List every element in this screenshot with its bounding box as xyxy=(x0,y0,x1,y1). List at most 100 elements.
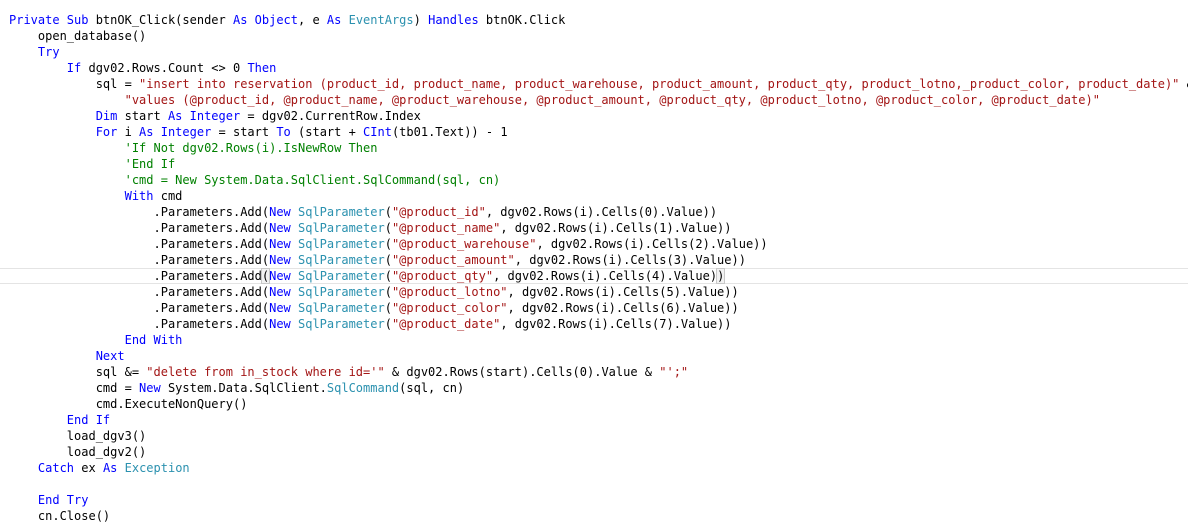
code-line[interactable]: .Parameters.Add(New SqlParameter("@produ… xyxy=(9,236,767,252)
code-token-plain-text: ex xyxy=(81,461,103,475)
code-line[interactable]: 'If Not dgv02.Rows(i).IsNewRow Then xyxy=(9,140,378,156)
code-line[interactable]: cmd.ExecuteNonQuery() xyxy=(9,396,248,412)
code-token-type-name: SqlParameter xyxy=(298,269,385,283)
code-token-plain-text: cmd xyxy=(160,189,183,203)
code-token-plain-text: .Parameters.Add( xyxy=(9,253,270,267)
code-line[interactable]: 'End If xyxy=(9,156,176,172)
code-token-keyword: If xyxy=(9,61,89,75)
code-token-plain-text: .Parameters.Add xyxy=(9,269,262,283)
code-token-type-name: SqlParameter xyxy=(298,317,385,331)
code-token-plain-text: System.Data.SqlClient. xyxy=(167,381,327,395)
code-token-type-name: SqlCommand xyxy=(326,381,400,395)
code-line[interactable]: .Parameters.Add(New SqlParameter("@produ… xyxy=(9,284,738,300)
code-line[interactable]: Dim start As Integer = dgv02.CurrentRow.… xyxy=(9,108,421,124)
code-token-matched-brace: ) xyxy=(716,268,726,284)
code-token-string: "delete from in_stock where id='" xyxy=(146,365,385,379)
code-token-string: "@product_id" xyxy=(391,205,486,219)
code-line[interactable]: If dgv02.Rows.Count <> 0 Then xyxy=(9,60,277,76)
code-line[interactable]: .Parameters.Add(New SqlParameter("@produ… xyxy=(9,316,731,332)
code-token-plain-text: , dgv02.Rows(i).Cells(1).Value)) xyxy=(500,221,732,235)
code-token-plain-text: & dgv02.Rows(start).Cells(0).Value & xyxy=(384,365,660,379)
code-token-plain-text: start xyxy=(124,109,168,123)
code-line[interactable]: Try xyxy=(9,44,60,60)
code-token-plain-text: .Parameters.Add( xyxy=(9,317,270,331)
code-token-plain-text: , dgv02.Rows(i).Cells(6).Value)) xyxy=(507,301,739,315)
code-line[interactable]: cmd = New System.Data.SqlClient.SqlComma… xyxy=(9,380,465,396)
code-token-plain-text: ( xyxy=(384,237,392,251)
code-token-plain-text: .Parameters.Add( xyxy=(9,237,270,251)
code-line[interactable]: open_database() xyxy=(9,28,146,44)
code-token-plain-text: , dgv02.Rows(i).Cells(3).Value)) xyxy=(514,253,746,267)
code-token-plain-text: , dgv02.Rows(i).Cells(0).Value)) xyxy=(485,205,718,219)
code-token-plain-text: (start + xyxy=(298,125,364,139)
code-token-keyword: Handles xyxy=(428,13,486,27)
code-line[interactable]: sql = "insert into reservation (product_… xyxy=(9,76,1188,92)
code-token-plain-text: cn.Close() xyxy=(9,509,111,523)
code-token-plain-text: cmd.ExecuteNonQuery() xyxy=(9,397,248,411)
code-token-plain-text: dgv02.Rows.Count <> 0 xyxy=(88,61,248,75)
code-token-keyword: End With xyxy=(9,333,183,347)
code-line[interactable]: .Parameters.Add(New SqlParameter("@produ… xyxy=(9,252,746,268)
code-token-keyword: New xyxy=(269,205,298,219)
code-token-plain-text: = start xyxy=(211,125,277,139)
code-line[interactable]: sql &= "delete from in_stock where id='"… xyxy=(9,364,688,380)
code-token-plain-text: .Parameters.Add( xyxy=(9,221,270,235)
code-token-keyword: New xyxy=(269,317,298,331)
code-line[interactable]: "values (@product_id, @product_name, @pr… xyxy=(9,92,1100,108)
code-token-keyword: Next xyxy=(9,349,125,363)
code-token-plain-text: open_database() xyxy=(9,29,147,43)
code-token-string: "';" xyxy=(659,365,689,379)
code-token-comment: 'cmd = New System.Data.SqlClient.SqlComm… xyxy=(124,173,501,187)
code-token-keyword: As Integer xyxy=(139,125,212,139)
code-token-keyword: New xyxy=(269,301,298,315)
code-token-string: "@product_date" xyxy=(391,317,501,331)
code-token-string: "@product_name" xyxy=(391,221,501,235)
code-line[interactable]: End With xyxy=(9,332,183,348)
code-token-string: "@product_amount" xyxy=(391,253,515,267)
code-token-plain-text xyxy=(9,93,125,107)
code-token-plain-text: , dgv02.Rows(i).Cells(4).Value) xyxy=(493,269,718,283)
code-token-keyword: Catch xyxy=(9,461,82,475)
code-token-keyword: Private Sub xyxy=(9,13,96,27)
code-token-plain-text: (sql, cn) xyxy=(399,381,465,395)
code-token-type-name: SqlParameter xyxy=(298,285,385,299)
code-line[interactable]: .Parameters.Add(New SqlParameter("@produ… xyxy=(0,268,1188,284)
code-token-string: "insert into reservation (product_id, pr… xyxy=(139,77,1180,91)
code-line[interactable]: .Parameters.Add(New SqlParameter("@produ… xyxy=(9,204,717,220)
code-token-plain-text: ( xyxy=(384,301,392,315)
code-token-plain-text: & _ xyxy=(1179,77,1188,91)
code-line[interactable]: End Try xyxy=(9,492,89,508)
code-token-plain-text: load_dgv3() xyxy=(9,429,147,443)
code-token-plain-text: , e xyxy=(298,13,327,27)
code-token-keyword: New xyxy=(269,253,298,267)
code-token-plain-text: .Parameters.Add( xyxy=(9,285,270,299)
code-token-plain-text xyxy=(9,157,125,171)
code-token-plain-text xyxy=(9,173,125,187)
code-token-plain-text: ( xyxy=(384,317,392,331)
code-line[interactable]: Next xyxy=(9,348,125,364)
code-editor[interactable]: Private Sub btnOK_Click(sender As Object… xyxy=(0,0,1188,531)
code-token-keyword: New xyxy=(269,285,298,299)
code-token-keyword: As Object xyxy=(232,13,299,27)
code-token-keyword: Then xyxy=(247,61,277,75)
code-line[interactable]: load_dgv3() xyxy=(9,428,146,444)
code-line[interactable]: 'cmd = New System.Data.SqlClient.SqlComm… xyxy=(9,172,501,188)
code-token-string: "@product_color" xyxy=(391,301,508,315)
code-token-keyword: New xyxy=(269,237,298,251)
code-token-plain-text: cmd = xyxy=(9,381,140,395)
code-token-plain-text: = dgv02.CurrentRow.Index xyxy=(240,109,421,123)
code-token-plain-text: ( xyxy=(384,221,392,235)
code-line[interactable]: load_dgv2() xyxy=(9,444,146,460)
code-line[interactable]: .Parameters.Add(New SqlParameter("@produ… xyxy=(9,300,739,316)
code-token-plain-text: ) xyxy=(413,13,429,27)
code-line[interactable]: End If xyxy=(9,412,110,428)
code-line[interactable]: With cmd xyxy=(9,188,183,204)
code-line[interactable]: For i As Integer = start To (start + CIn… xyxy=(9,124,508,140)
code-line[interactable]: Private Sub btnOK_Click(sender As Object… xyxy=(9,12,565,28)
code-line[interactable]: cn.Close() xyxy=(9,508,110,524)
code-token-keyword: As Integer xyxy=(167,109,241,123)
code-line[interactable]: Catch ex As Exception xyxy=(9,460,190,476)
code-token-plain-text: i xyxy=(124,125,140,139)
code-token-keyword: CInt xyxy=(363,125,392,139)
code-line[interactable]: .Parameters.Add(New SqlParameter("@produ… xyxy=(9,220,732,236)
